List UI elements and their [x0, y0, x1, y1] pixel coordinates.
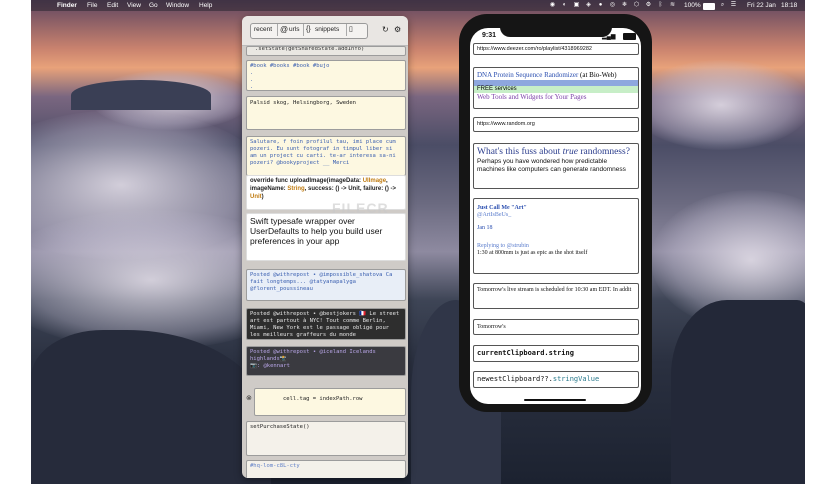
status-icon-1[interactable]: ◉: [549, 2, 556, 9]
at-icon: @: [280, 25, 289, 34]
iphone-notch: [500, 23, 612, 37]
status-icon-2[interactable]: ◐: [561, 2, 568, 9]
clip-text: Posted @withrepost • @impossible_shatova…: [250, 272, 393, 292]
clip-card[interactable]: Posted @withrepost • @iceland Icelands h…: [246, 346, 406, 376]
status-icon-5[interactable]: ●: [597, 2, 604, 9]
menu-help[interactable]: Help: [199, 0, 212, 11]
clip-code-text: override func uploadImage(imageData: UII…: [250, 178, 397, 200]
url-text: https://www.random.org: [477, 121, 535, 127]
phone-card[interactable]: https://www.deezer.com/ro/playlist/43189…: [473, 43, 639, 55]
tab-divider: [303, 24, 304, 36]
tab-urls[interactable]: urls: [289, 24, 299, 36]
menu-finder[interactable]: Finder: [57, 0, 77, 11]
menu-go[interactable]: Go: [149, 0, 158, 11]
clip-card[interactable]: Swift typesafe wrapper over UserDefaults…: [246, 213, 406, 261]
phone-card[interactable]: Tomorrow's: [473, 319, 639, 335]
menu-edit[interactable]: Edit: [107, 0, 118, 11]
clip-card[interactable]: setPurchaseState(): [246, 421, 406, 456]
status-time: 9:31: [482, 32, 497, 39]
card-body: Tomorrow's live stream is scheduled for …: [477, 287, 632, 293]
status-icon-9[interactable]: ⚙: [645, 2, 652, 9]
battery-icon: [623, 33, 636, 40]
phone-card[interactable]: What's this fuss about true randomness? …: [473, 143, 639, 189]
gear-icon[interactable]: ⚙: [394, 24, 401, 36]
watermark: FILECR: [332, 200, 389, 216]
clip-card[interactable]: #book #books #book #bujo . . . #bookblog: [246, 60, 406, 91]
status-icon-8[interactable]: ⬡: [633, 2, 640, 9]
clipboard-toolbar: recent @ urls {} snippets ▯ ↻ ⚙: [242, 16, 408, 46]
status-icon-3[interactable]: ▣: [573, 2, 580, 9]
menu-bar: Finder File Edit View Go Window Help ◉ ◐…: [31, 0, 805, 11]
tweet-handle: @ArtIsBeUs_: [477, 212, 512, 218]
clip-text: #book #books #book #bujo . . . #bookblog: [250, 63, 330, 90]
phone-card[interactable]: DNA Protein Sequence Randomizer (at Bio-…: [473, 67, 639, 109]
battery-percent: 100%: [684, 2, 701, 9]
code-text: currentClipboard.string: [477, 349, 574, 357]
card-body: Tomorrow's: [477, 324, 506, 330]
clip-text: setPurchaseState(): [250, 424, 310, 430]
clip-text: #hq-lom-c8L-cty: [250, 463, 300, 469]
status-icon-6[interactable]: ◎: [609, 2, 616, 9]
card-body: Perhaps you have wondered how predictabl…: [477, 158, 626, 173]
clip-text: .setState(getSharedState.addInfo): [255, 46, 365, 52]
clip-card[interactable]: #hq-lom-c8L-cty: [246, 460, 406, 478]
card-heading: What's this fuss about true randomness?: [477, 147, 630, 157]
tweet-author: Just Call Me "Art": [477, 205, 527, 211]
lock-icon[interactable]: ▯: [349, 24, 353, 36]
clip-text: Posted @withrepost • @bestjokers 🇫🇷 Le s…: [250, 311, 400, 338]
desktop-wallpaper: [31, 0, 805, 484]
card-title: DNA Protein Sequence Randomizer (at Bio-…: [477, 71, 617, 79]
wifi-icon[interactable]: ≋: [669, 2, 676, 9]
bluetooth-icon[interactable]: ᛒ: [657, 2, 664, 9]
search-icon[interactable]: ⌕: [719, 2, 726, 9]
clipboard-panel: recent @ urls {} snippets ▯ ↻ ⚙ .setStat…: [242, 16, 408, 478]
tweet-reply: Replying to @strubin: [477, 243, 529, 249]
refresh-icon[interactable]: ↻: [382, 24, 389, 36]
code-text: newestClipboard??.stringValue: [477, 375, 600, 383]
tools-link[interactable]: Web Tools and Widgets for Your Pages: [474, 93, 638, 102]
menu-file[interactable]: File: [87, 0, 97, 11]
clip-text: Salutare, f foin profilul tau, imi place…: [250, 139, 396, 166]
clip-text: Swift typesafe wrapper over UserDefaults…: [250, 216, 383, 246]
clip-text: Palsid skog, Helsingborg, Sweden: [250, 100, 356, 106]
clip-text: Posted @withrepost • @iceland Icelands h…: [250, 349, 376, 369]
free-services: FREE services: [474, 86, 638, 93]
clip-text: cell.tag = indexPath.row: [283, 396, 363, 402]
clip-card[interactable]: Salutare, f foin profilul tau, imi place…: [246, 136, 406, 176]
phone-card[interactable]: Just Call Me "Art" @ArtIsBeUs_ Jan 18 Re…: [473, 198, 639, 274]
clip-card[interactable]: Posted @withrepost • @bestjokers 🇫🇷 Le s…: [246, 308, 406, 340]
menubar-date: Fri 22 Jan: [747, 2, 776, 9]
phone-card[interactable]: newestClipboard??.stringValue: [473, 371, 639, 388]
clip-card[interactable]: Posted @withrepost • @impossible_shatova…: [246, 269, 406, 301]
home-indicator[interactable]: [524, 399, 586, 401]
tweet-date: Jan 18: [477, 225, 493, 231]
menubar-time: 18:18: [781, 2, 798, 9]
status-icon-4[interactable]: ◈: [585, 2, 592, 9]
phone-card[interactable]: https://www.random.org: [473, 117, 639, 132]
phone-card[interactable]: Tomorrow's live stream is scheduled for …: [473, 283, 639, 309]
braces-icon: {}: [306, 26, 311, 33]
tab-snippets[interactable]: snippets: [315, 24, 339, 36]
iphone-screen: 9:31 ▂▄▆ https://www.deezer.com/ro/playl…: [470, 28, 641, 404]
phone-card[interactable]: currentClipboard.string: [473, 345, 639, 362]
tab-divider: [346, 24, 347, 36]
clip-card[interactable]: Palsid skog, Helsingborg, Sweden: [246, 96, 406, 130]
control-center-icon[interactable]: ☰: [730, 2, 737, 9]
menu-window[interactable]: Window: [166, 0, 189, 11]
tab-recent[interactable]: recent: [254, 24, 272, 36]
status-icon-7[interactable]: ❄: [621, 2, 628, 9]
battery-icon[interactable]: [703, 3, 715, 10]
clip-card[interactable]: cell.tag = indexPath.row: [254, 388, 406, 416]
clip-card[interactable]: .setState(getSharedState.addInfo): [246, 46, 406, 56]
url-text: https://www.deezer.com/ro/playlist/43189…: [477, 46, 592, 52]
tweet-body: 1:30 at 800mm is just as epic as the sho…: [477, 250, 588, 256]
tab-divider: [277, 24, 278, 36]
close-icon[interactable]: ⊗: [246, 394, 252, 402]
menu-view[interactable]: View: [127, 0, 141, 11]
